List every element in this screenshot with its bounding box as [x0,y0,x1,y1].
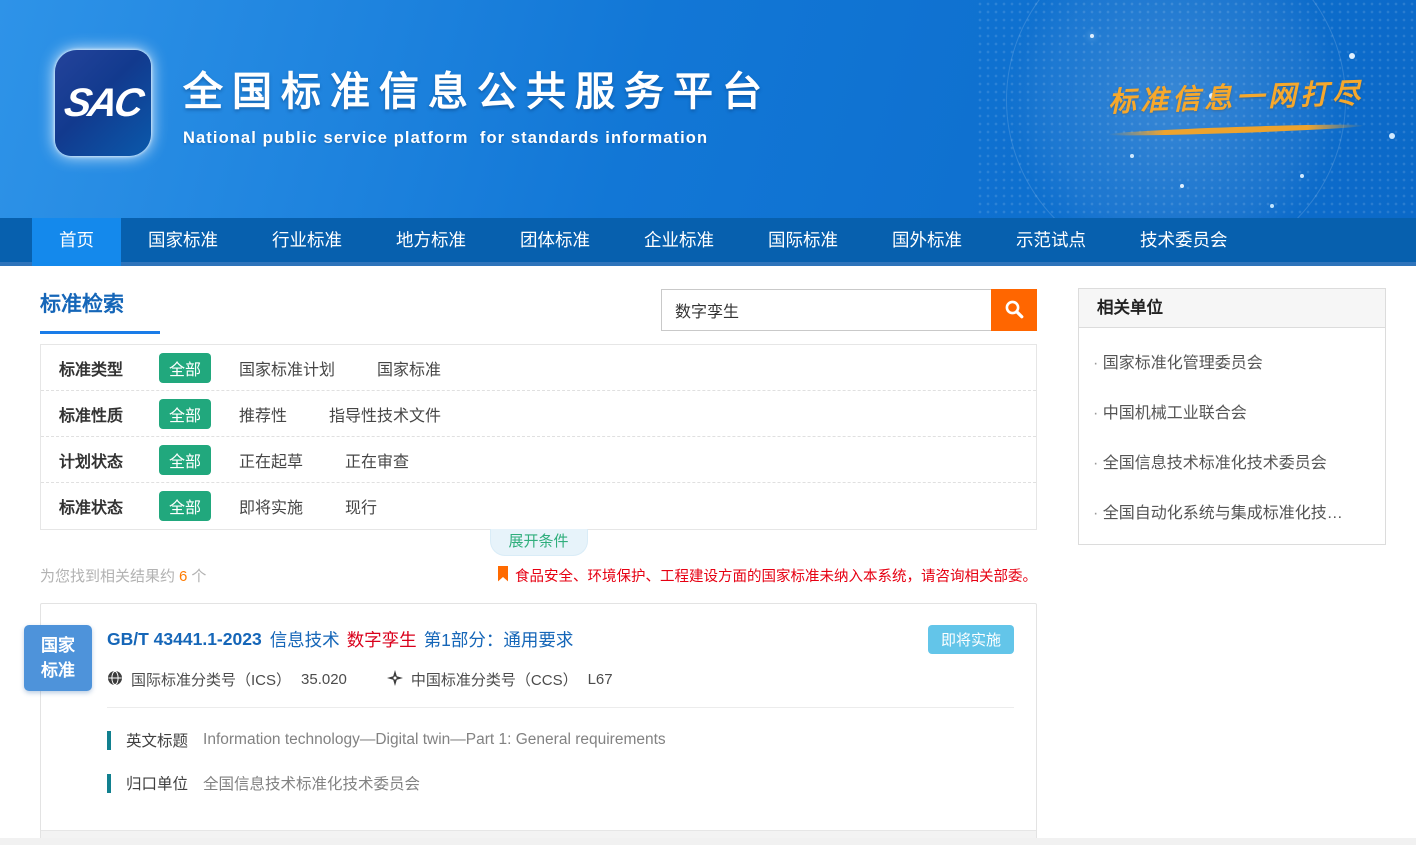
filter-row-plan-status: 计划状态 全部 正在起草 正在审查 [41,437,1036,483]
filter-all-badge[interactable]: 全部 [159,491,211,521]
result-count-prefix: 为您找到相关结果约 [40,568,175,585]
content: 标准检索 [0,266,1416,845]
related-units-list: 国家标准化管理委员会 中国机械工业联合会 全国信息技术标准化技术委员会 全国自动… [1079,328,1385,544]
filter-option[interactable]: 指导性技术文件 [329,402,441,426]
result-card: 国家 标准 GB/T 43441.1-2023 信息技术 数字孪生 第1部分：通… [40,603,1037,845]
filter-all-badge[interactable]: 全部 [159,399,211,429]
filter-label: 标准状态 [59,494,159,518]
detail-bar [107,731,111,750]
result-count: 为您找到相关结果约6个 [40,565,206,586]
search-input[interactable] [661,289,991,331]
site-title: 全国标准信息公共服务平台 [183,59,771,117]
filter-row-standard-type: 标准类型 全部 国家标准计划 国家标准 [41,345,1036,391]
standard-title-part1[interactable]: 信息技术 [270,627,340,652]
standard-title-highlight[interactable]: 数字孪生 [347,627,417,652]
main-nav: 首页 国家标准 行业标准 地方标准 团体标准 企业标准 国际标准 国外标准 示范… [0,218,1416,266]
sidebar-item-machinery-federation[interactable]: 中国机械工业联合会 [1079,386,1385,436]
nav-item-pilot-programs[interactable]: 示范试点 [989,218,1113,266]
english-title-value: Information technology—Digital twin—Part… [203,731,666,749]
nav-item-home[interactable]: 首页 [32,218,121,266]
brand[interactable]: SAC 全国标准信息公共服务平台 National public service… [55,50,771,156]
filter-all-badge[interactable]: 全部 [159,445,211,475]
related-units-panel: 相关单位 国家标准化管理委员会 中国机械工业联合会 全国信息技术标准化技术委员会… [1078,288,1386,545]
expand-conditions-button[interactable]: 展开条件 [490,529,588,556]
card-body: GB/T 43441.1-2023 信息技术 数字孪生 第1部分：通用要求 即将… [41,604,1036,812]
notice-text: 食品安全、环境保护、工程建设方面的国家标准未纳入本系统，请咨询相关部委。 [515,565,1037,586]
result-info-row: 为您找到相关结果约6个 食品安全、环境保护、工程建设方面的国家标准未纳入本系统，… [40,565,1037,586]
nav-item-local-standards[interactable]: 地方标准 [369,218,493,266]
sidebar-item-it-standardization-committee[interactable]: 全国信息技术标准化技术委员会 [1079,436,1385,486]
brand-text: 全国标准信息公共服务平台 National public service pla… [183,59,771,148]
nav-item-enterprise-standards[interactable]: 企业标准 [617,218,741,266]
filter-option[interactable]: 现行 [345,494,377,518]
ics-label: 国际标准分类号（ICS） [131,669,291,690]
standard-type-badge-line2: 标准 [41,658,75,683]
sac-logo[interactable]: SAC [55,50,151,156]
nav-item-technical-committees[interactable]: 技术委员会 [1113,218,1255,266]
standard-title-part2[interactable]: 第1部分：通用要求 [424,627,574,652]
filter-panel: 标准类型 全部 国家标准计划 国家标准 标准性质 全部 推荐性 指导性技术文件 … [40,344,1037,530]
filter-row-standard-nature: 标准性质 全部 推荐性 指导性技术文件 [41,391,1036,437]
main-column: 标准检索 [40,266,1037,845]
english-title-row: 英文标题 Information technology—Digital twin… [107,729,1014,751]
result-count-suffix: 个 [191,568,206,585]
nav-item-international-standards[interactable]: 国际标准 [741,218,865,266]
filter-option[interactable]: 正在起草 [239,448,303,472]
filter-option[interactable]: 国家标准计划 [239,356,335,380]
filter-option[interactable]: 即将实施 [239,494,303,518]
card-meta-row: 国际标准分类号（ICS） 35.020 中国标准分类号（CCS） [107,669,1014,708]
related-units-title: 相关单位 [1079,289,1385,328]
star-dots-decoration [1090,34,1094,38]
site-header: SAC 全国标准信息公共服务平台 National public service… [0,0,1416,218]
filter-option[interactable]: 推荐性 [239,402,287,426]
site-subtitle: National public service platform for sta… [183,129,771,148]
dept-label: 归口单位 [126,772,188,794]
card-title-row: GB/T 43441.1-2023 信息技术 数字孪生 第1部分：通用要求 即将… [107,625,1014,654]
ics-meta: 国际标准分类号（ICS） 35.020 [107,669,347,690]
compass-icon [387,670,411,690]
bookmark-icon [497,566,515,586]
dept-row: 归口单位 全国信息技术标准化技术委员会 [107,772,1014,794]
detail-bar [107,774,111,793]
filter-label: 标准类型 [59,356,159,380]
filter-label: 计划状态 [59,448,159,472]
ccs-value: L67 [588,671,613,688]
globe-icon [107,670,131,690]
notice: 食品安全、环境保护、工程建设方面的国家标准未纳入本系统，请咨询相关部委。 [497,565,1037,586]
status-badge: 即将实施 [928,625,1014,654]
nav-item-group-standards[interactable]: 团体标准 [493,218,617,266]
filter-row-standard-status: 标准状态 全部 即将实施 现行 [41,483,1036,529]
bottom-strip [0,838,1416,845]
section-title: 标准检索 [40,288,160,318]
slogan: 标准信息一网打尽 [1108,76,1364,133]
section-tab-standard-search[interactable]: 标准检索 [40,288,160,334]
filter-option[interactable]: 国家标准 [377,356,441,380]
search-icon [1003,298,1025,323]
section-underline [40,331,160,334]
nav-item-foreign-standards[interactable]: 国外标准 [865,218,989,266]
ics-value: 35.020 [301,671,347,688]
ccs-label: 中国标准分类号（CCS） [411,669,578,690]
dept-value: 全国信息技术标准化技术委员会 [203,772,420,794]
standard-code-link[interactable]: GB/T 43441.1-2023 [107,629,262,650]
filter-all-badge[interactable]: 全部 [159,353,211,383]
standard-type-badge: 国家 标准 [24,625,92,691]
search-box [661,289,1037,331]
filter-option[interactable]: 正在审查 [345,448,409,472]
sidebar-item-sac[interactable]: 国家标准化管理委员会 [1079,336,1385,386]
filter-label: 标准性质 [59,402,159,426]
search-button[interactable] [991,289,1037,331]
slogan-text: 标准信息一网打尽 [1107,72,1364,121]
result-count-number: 6 [179,568,187,585]
sac-logo-text: SAC [61,81,144,126]
english-title-label: 英文标题 [126,729,188,751]
page: SAC 全国标准信息公共服务平台 National public service… [0,0,1416,845]
search-section: 标准检索 [40,266,1037,329]
nav-item-industry-standards[interactable]: 行业标准 [245,218,369,266]
standard-type-badge-line1: 国家 [41,633,75,658]
ccs-meta: 中国标准分类号（CCS） L67 [387,669,613,690]
sidebar-item-automation-systems-committee[interactable]: 全国自动化系统与集成标准化技… [1079,486,1385,536]
nav-item-national-standards[interactable]: 国家标准 [121,218,245,266]
